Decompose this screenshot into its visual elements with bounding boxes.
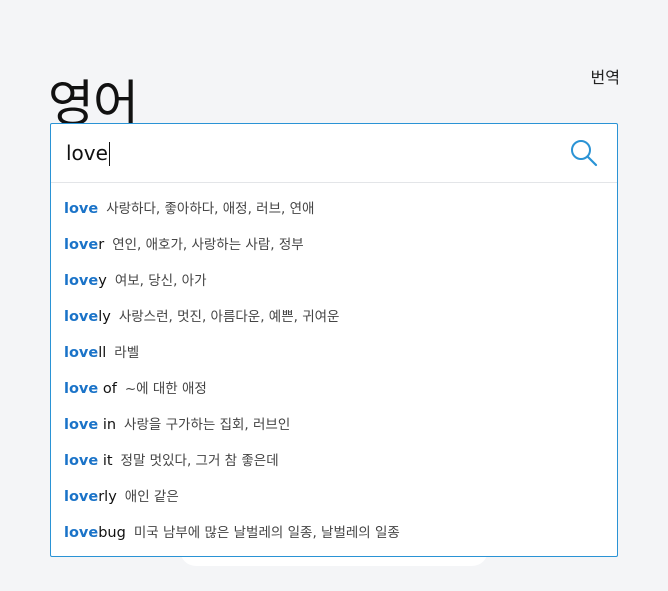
suggestion-match: love (64, 201, 99, 217)
suggestion-meaning: 여보, 당신, 아가 (114, 273, 207, 289)
suggestion-meaning: ~에 대한 애정 (124, 381, 207, 397)
suggestion-item[interactable]: loverly 애인 같은 (51, 479, 617, 515)
suggestion-meaning: 정말 멋있다, 그거 참 좋은데 (120, 453, 279, 469)
suggestion-item[interactable]: lovely 사랑스런, 멋진, 아름다운, 예쁜, 귀여운 (51, 299, 617, 335)
text-cursor (108, 142, 110, 166)
suggestion-match: love (64, 381, 99, 397)
suggestion-match: love (64, 345, 99, 361)
suggestion-item[interactable]: lover 연인, 애호가, 사랑하는 사람, 정부 (51, 227, 617, 263)
suggestion-rest: ly (98, 309, 111, 325)
suggestion-meaning: 라벨 (114, 345, 140, 361)
suggestion-rest: it (98, 453, 113, 469)
page: 영어 번역 love사랑하다, 좋아하다, 애정, 러브, 연애lover연인,… (0, 0, 668, 591)
suggestion-item[interactable]: love in 사랑을 구가하는 집회, 러브인 (51, 407, 617, 443)
suggestion-meaning: 사랑스런, 멋진, 아름다운, 예쁜, 귀여운 (118, 309, 340, 325)
suggestion-match: love (64, 417, 99, 433)
suggestion-item[interactable]: lovey 여보, 당신, 아가 (51, 263, 617, 299)
suggestion-match: love (64, 309, 99, 325)
search-input[interactable] (66, 138, 546, 168)
suggestion-meaning: 미국 남부에 많은 날벌레의 일종, 날벌레의 일종 (133, 525, 400, 541)
translate-link[interactable]: 번역 (591, 64, 620, 88)
suggestion-meaning: 사랑을 구가하는 집회, 러브인 (124, 417, 291, 433)
autocomplete-list: love 사랑하다, 좋아하다, 애정, 러브, 연애 lover 연인, 애호가, … (51, 183, 617, 551)
suggestion-rest: rly (98, 489, 117, 505)
suggestion-match: love (64, 525, 99, 541)
suggestion-meaning: 애인 같은 (124, 489, 179, 505)
suggestion-match: love (64, 237, 99, 253)
search-box: love사랑하다, 좋아하다, 애정, 러브, 연애lover연인, 애호가, … (50, 123, 618, 557)
suggestion-rest: in (98, 417, 117, 433)
suggestion-item[interactable]: love it 정말 멋있다, 그거 참 좋은데 (51, 443, 617, 479)
suggestion-match: love (64, 273, 99, 289)
suggestion-rest: r (98, 237, 105, 253)
suggestion-item[interactable]: lovell 라벨 (51, 335, 617, 371)
suggestion-match: love (64, 489, 99, 505)
suggestion-item[interactable]: love 사랑하다, 좋아하다, 애정, 러브, 연애 (51, 191, 617, 227)
suggestion-rest: ll (98, 345, 107, 361)
suggestion-meaning: 연인, 애호가, 사랑하는 사람, 정부 (112, 237, 304, 253)
suggestion-match: love (64, 453, 99, 469)
suggestion-item[interactable]: lovebug 미국 남부에 많은 날벌레의 일종, 날벌레의 일종 (51, 515, 617, 551)
search-icon[interactable] (569, 138, 599, 168)
suggestion-item[interactable]: love of ~에 대한 애정 (51, 371, 617, 407)
suggestion-rest: bug (98, 525, 126, 541)
suggestion-rest: y (98, 273, 107, 289)
suggestion-rest: of (98, 381, 117, 397)
search-input-row (51, 124, 617, 183)
suggestion-meaning: 사랑하다, 좋아하다, 애정, 러브, 연애 (106, 201, 315, 217)
